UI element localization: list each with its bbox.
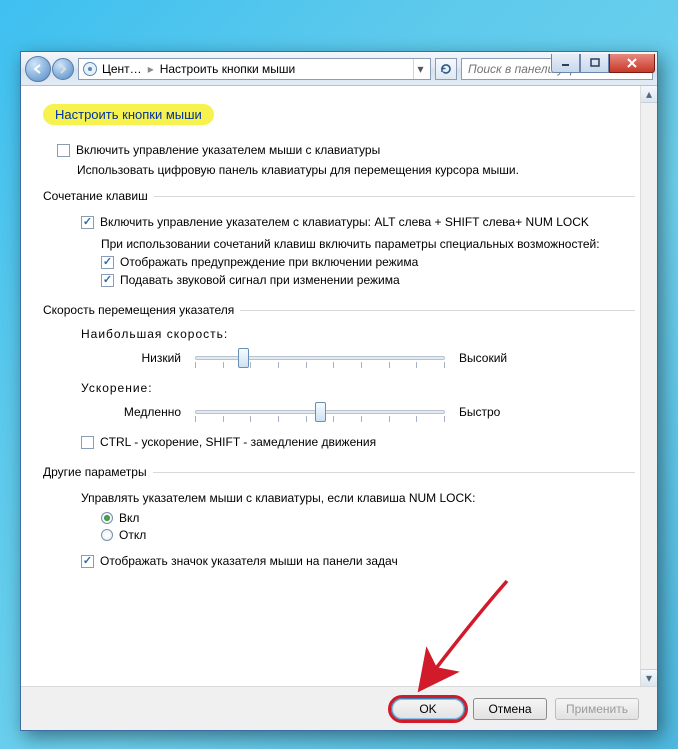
accel-slow-label: Медленно [101,405,181,419]
breadcrumb-item[interactable]: Настроить кнопки мыши [160,62,296,76]
tray-icon-checkbox[interactable] [81,555,94,568]
accel-slider-thumb[interactable] [315,402,326,422]
speed-group-legend: Скорость перемещения указателя [43,303,240,317]
refresh-button[interactable] [435,58,457,80]
accel-fast-label: Быстро [459,405,529,419]
shortcut-options-note: При использовании сочетаний клавиш включ… [101,237,600,251]
shortcut-enable-checkbox[interactable] [81,216,94,229]
shortcut-beep-checkbox[interactable] [101,274,114,287]
ctrl-shift-label: CTRL - ускорение, SHIFT - замедление дви… [100,435,376,449]
enable-mousekeys-checkbox[interactable] [57,144,70,157]
speed-group: Скорость перемещения указателя Наибольша… [43,303,635,455]
other-group-legend: Другие параметры [43,465,153,479]
maximize-button[interactable] [580,54,609,73]
speed-slider-thumb[interactable] [238,348,249,368]
numlock-on-label: Вкл [119,511,139,525]
numlock-on-radio[interactable] [101,512,113,524]
dialog-footer: OK Отмена Применить [21,686,657,730]
cancel-button[interactable]: Отмена [473,698,547,720]
speed-high-label: Высокий [459,351,529,365]
content-pane: ▴ ▾ Настроить кнопки мыши Включить управ… [21,86,657,686]
shortcut-group: Сочетание клавиш Включить управление ука… [43,189,635,293]
scroll-down-icon[interactable]: ▾ [641,669,657,686]
window-chrome-controls [551,54,655,73]
shortcut-enable-label: Включить управление указателем с клавиат… [100,215,589,229]
accel-label: Ускорение: [81,381,635,395]
nav-forward-button[interactable] [52,58,74,80]
enable-mousekeys-note: Использовать цифровую панель клавиатуры … [77,163,635,177]
control-panel-window: Цент… ▸ Настроить кнопки мыши ▾ ▴ ▾ Наст… [20,51,658,731]
breadcrumb-item[interactable]: Цент… [102,62,142,76]
enable-mousekeys-label: Включить управление указателем мыши с кл… [76,143,380,157]
nav-back-button[interactable] [25,56,51,82]
shortcut-group-legend: Сочетание клавиш [43,189,154,203]
control-panel-icon [82,61,98,77]
ok-button[interactable]: OK [391,698,465,720]
speed-low-label: Низкий [101,351,181,365]
other-group: Другие параметры Управлять указателем мы… [43,465,635,574]
breadcrumb-separator: ▸ [148,62,154,76]
scroll-up-icon[interactable]: ▴ [641,86,657,103]
accel-slider[interactable] [195,399,445,425]
numlock-off-label: Откл [119,528,146,542]
numlock-off-radio[interactable] [101,529,113,541]
numlock-label: Управлять указателем мыши с клавиатуры, … [81,491,476,505]
vertical-scrollbar[interactable]: ▴ ▾ [640,86,657,686]
close-button[interactable] [609,54,655,73]
ctrl-shift-checkbox[interactable] [81,436,94,449]
apply-button[interactable]: Применить [555,698,639,720]
minimize-button[interactable] [551,54,580,73]
speed-max-label: Наибольшая скорость: [81,327,635,341]
tray-icon-label: Отображать значок указателя мыши на пане… [100,554,398,568]
breadcrumb-bar[interactable]: Цент… ▸ Настроить кнопки мыши ▾ [78,58,431,80]
speed-slider[interactable] [195,345,445,371]
page-title: Настроить кнопки мыши [43,104,214,125]
shortcut-warn-checkbox[interactable] [101,256,114,269]
shortcut-beep-label: Подавать звуковой сигнал при изменении р… [120,273,400,287]
breadcrumb-dropdown[interactable]: ▾ [413,59,427,79]
shortcut-warn-label: Отображать предупреждение при включении … [120,255,418,269]
